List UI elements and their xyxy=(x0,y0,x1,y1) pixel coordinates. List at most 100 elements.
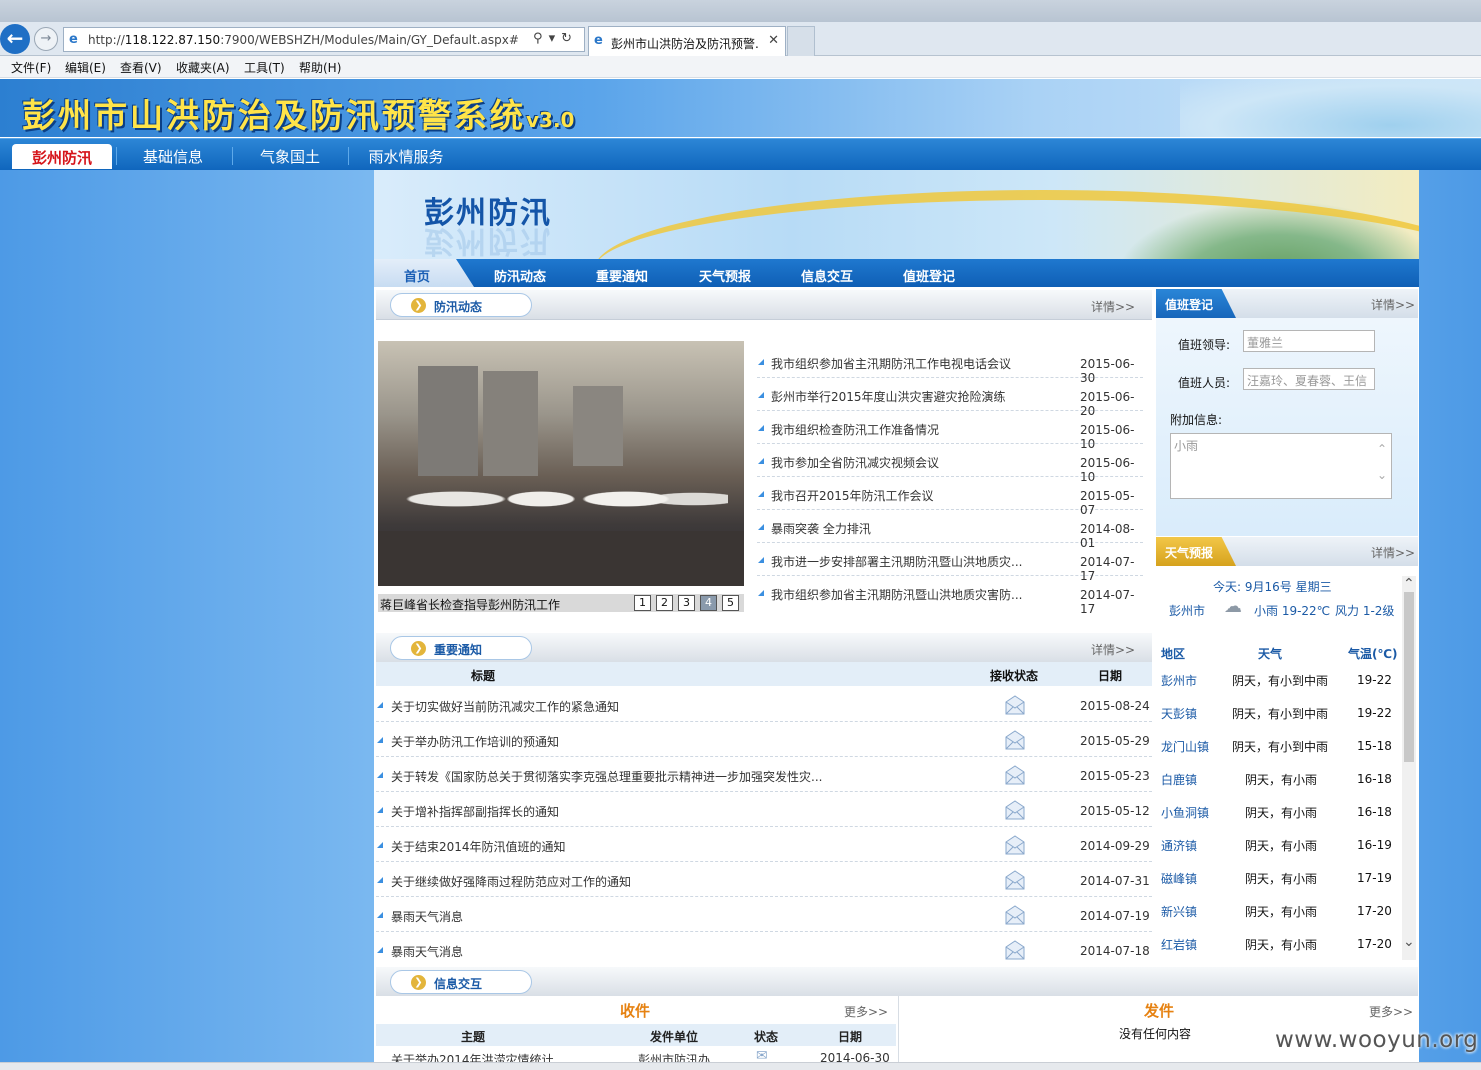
list-item[interactable]: 我市参加全省防汛减灾视频会议 2015-06-10 xyxy=(757,444,1143,484)
pager-5[interactable]: 5 xyxy=(722,595,739,611)
duty-panel-header: 值班登记 详情>> xyxy=(1156,289,1418,318)
notice-title[interactable]: 关于继续做好强降雨过程防范应对工作的通知 xyxy=(391,873,871,890)
notice-title[interactable]: 关于举办防汛工作培训的预通知 xyxy=(391,733,871,750)
mail-subject[interactable]: 关于举办2014年洪涝灾情统计 xyxy=(391,1051,554,1062)
wx-region[interactable]: 新兴镇 xyxy=(1161,903,1197,920)
main-nav-rain-water[interactable]: 雨水情服务 xyxy=(360,146,452,171)
main-nav-basic-info[interactable]: 基础信息 xyxy=(128,146,218,171)
weather-scrollbar[interactable]: ⌃ ⌄ xyxy=(1402,576,1416,960)
notice-title[interactable]: 暴雨天气消息 xyxy=(391,908,871,925)
table-row[interactable]: 关于举办防汛工作培训的预通知 2015-05-29 xyxy=(376,722,1152,757)
duty-more-link[interactable]: 详情>> xyxy=(1371,296,1415,313)
triangle-bullet-icon xyxy=(758,458,764,464)
photo-caption[interactable]: 蒋巨峰省长检查指导彭州防汛工作 xyxy=(380,596,560,613)
chevron-down-icon[interactable]: ▾ xyxy=(549,31,562,46)
list-item[interactable]: 暴雨突袭 全力排汛 2014-08-01 xyxy=(757,510,1143,550)
table-row[interactable]: 关于转发《国家防总关于贯彻落实李克强总理重要批示精神进一步加强突发性灾... 20… xyxy=(376,757,1152,792)
subnav-flood-news[interactable]: 防汛动态 xyxy=(494,266,546,285)
pager-2[interactable]: 2 xyxy=(656,595,673,611)
menu-view[interactable]: 查看(V) xyxy=(120,59,162,76)
wx-region[interactable]: 红岩镇 xyxy=(1161,936,1197,953)
chevron-down-icon[interactable]: ⌄ xyxy=(1377,468,1387,482)
browser-tab[interactable]: e 彭州市山洪防治及防汛预警... ✕ xyxy=(588,26,786,56)
nav-separator xyxy=(232,147,233,165)
list-item[interactable]: 彭州市举行2015年度山洪灾害避灾抢险演练 2015-06-20 xyxy=(757,378,1143,418)
address-bar[interactable]: e http://118.122.87.150:7900/WEBSHZH/Mod… xyxy=(63,27,585,52)
pager-4[interactable]: 4 xyxy=(700,595,717,611)
table-row[interactable]: 关于增补指挥部副指挥长的通知 2015-05-12 xyxy=(376,792,1152,827)
table-row[interactable]: 暴雨天气消息 2014-07-19 xyxy=(376,897,1152,932)
list-item[interactable]: 我市组织参加省主汛期防汛工作电视电话会议 2015-06-30 xyxy=(757,345,1143,385)
horizontal-scrollbar[interactable] xyxy=(0,1062,1481,1070)
wx-region[interactable]: 通济镇 xyxy=(1161,837,1197,854)
list-item[interactable]: 我市召开2015年防汛工作会议 2015-05-07 xyxy=(757,477,1143,517)
wx-region[interactable]: 小鱼洞镇 xyxy=(1161,804,1209,821)
menu-file[interactable]: 文件(F) xyxy=(11,59,51,76)
table-row[interactable]: 暴雨天气消息 2014-07-18 xyxy=(376,932,1152,967)
search-icon[interactable]: ⚲ xyxy=(533,31,549,46)
news-title[interactable]: 我市组织参加省主汛期防汛暨山洪地质灾害防... xyxy=(771,586,1051,603)
inbox-table-header: 主题 发件单位 状态 日期 xyxy=(376,1024,896,1046)
duty-leader-field[interactable]: 董雅兰 xyxy=(1243,330,1375,352)
wx-region[interactable]: 磁峰镇 xyxy=(1161,870,1197,887)
table-row[interactable]: 关于举办2014年洪涝灾情统计 彭州市防汛办 ✉ 2014-06-30 xyxy=(376,1048,896,1062)
table-row[interactable]: 关于切实做好当前防汛减灾工作的紧急通知 2015-08-24 xyxy=(376,687,1152,722)
subnav-weather[interactable]: 天气预报 xyxy=(699,266,751,285)
scrollbar-thumb[interactable] xyxy=(1404,592,1414,762)
list-item[interactable]: 我市组织参加省主汛期防汛暨山洪地质灾害防... 2014-07-17 xyxy=(757,576,1143,616)
arrow-left-icon: ← xyxy=(6,26,24,50)
url-text[interactable]: http://118.122.87.150:7900/WEBSHZH/Modul… xyxy=(88,33,519,47)
forward-button[interactable]: → xyxy=(34,27,58,51)
menu-favorites[interactable]: 收藏夹(A) xyxy=(176,59,230,76)
list-item[interactable]: 我市组织检查防汛工作准备情况 2015-06-10 xyxy=(757,411,1143,451)
refresh-icon[interactable]: ↻ xyxy=(561,31,578,46)
notice-title[interactable]: 暴雨天气消息 xyxy=(391,943,871,960)
menu-edit[interactable]: 编辑(E) xyxy=(65,59,106,76)
notice-title[interactable]: 关于切实做好当前防汛减灾工作的紧急通知 xyxy=(391,698,871,715)
envelope-icon xyxy=(1005,940,1025,960)
news-title[interactable]: 我市组织参加省主汛期防汛工作电视电话会议 xyxy=(771,355,1051,372)
news-title[interactable]: 我市召开2015年防汛工作会议 xyxy=(771,487,1051,504)
back-button[interactable]: ← xyxy=(0,24,30,54)
chevron-down-icon[interactable]: ⌄ xyxy=(1403,934,1415,950)
news-more-link[interactable]: 详情>> xyxy=(1091,298,1135,315)
wx-region[interactable]: 龙门山镇 xyxy=(1161,738,1209,755)
close-icon[interactable]: ✕ xyxy=(768,33,779,48)
news-title[interactable]: 我市进一步安排部署主汛期防汛暨山洪地质灾... xyxy=(771,553,1051,570)
main-nav-pengzhou-flood[interactable]: 彭州防汛 xyxy=(12,144,112,169)
menu-help[interactable]: 帮助(H) xyxy=(299,59,341,76)
menu-tools[interactable]: 工具(T) xyxy=(244,59,285,76)
subnav-notices[interactable]: 重要通知 xyxy=(596,266,648,285)
duty-extra-textarea[interactable]: 小雨 ⌃ ⌄ xyxy=(1170,433,1392,499)
news-title[interactable]: 我市参加全省防汛减灾视频会议 xyxy=(771,454,1051,471)
pager-3[interactable]: 3 xyxy=(678,595,695,611)
news-title[interactable]: 暴雨突袭 全力排汛 xyxy=(771,520,1051,537)
weather-more-link[interactable]: 详情>> xyxy=(1371,544,1415,561)
duty-staff-field[interactable]: 汪嘉玲、夏春蓉、王信 xyxy=(1243,368,1375,390)
pager-1[interactable]: 1 xyxy=(634,595,651,611)
subnav-home[interactable]: 首页 xyxy=(404,266,430,285)
list-item[interactable]: 我市进一步安排部署主汛期防汛暨山洪地质灾... 2014-07-17 xyxy=(757,543,1143,583)
outbox-more-link[interactable]: 更多>> xyxy=(1369,1003,1413,1020)
new-tab-button[interactable] xyxy=(787,26,815,56)
chevron-up-icon[interactable]: ⌃ xyxy=(1403,576,1415,592)
table-row[interactable]: 关于结束2014年防汛值班的通知 2014-09-29 xyxy=(376,827,1152,862)
news-title[interactable]: 彭州市举行2015年度山洪灾害避灾抢险演练 xyxy=(771,388,1051,405)
wx-region[interactable]: 彭州市 xyxy=(1161,672,1197,689)
address-tools[interactable]: ⚲▾↻ xyxy=(533,31,578,46)
wx-region[interactable]: 天彭镇 xyxy=(1161,705,1197,722)
wx-region[interactable]: 白鹿镇 xyxy=(1161,771,1197,788)
table-row[interactable]: 关于继续做好强降雨过程防范应对工作的通知 2014-07-31 xyxy=(376,862,1152,897)
notices-more-link[interactable]: 详情>> xyxy=(1091,641,1135,658)
col-date: 日期 xyxy=(1098,669,1123,683)
subnav-info-exchange[interactable]: 信息交互 xyxy=(801,266,853,285)
chevron-up-icon[interactable]: ⌃ xyxy=(1377,442,1387,456)
news-photo[interactable] xyxy=(378,341,744,586)
notice-title[interactable]: 关于增补指挥部副指挥长的通知 xyxy=(391,803,871,820)
news-title[interactable]: 我市组织检查防汛工作准备情况 xyxy=(771,421,1051,438)
main-nav-weather-land[interactable]: 气象国土 xyxy=(245,146,335,171)
notice-title[interactable]: 关于转发《国家防总关于贯彻落实李克强总理重要批示精神进一步加强突发性灾... xyxy=(391,768,871,785)
subnav-duty[interactable]: 值班登记 xyxy=(903,266,955,285)
notice-title[interactable]: 关于结束2014年防汛值班的通知 xyxy=(391,838,871,855)
inbox-more-link[interactable]: 更多>> xyxy=(844,1003,888,1020)
